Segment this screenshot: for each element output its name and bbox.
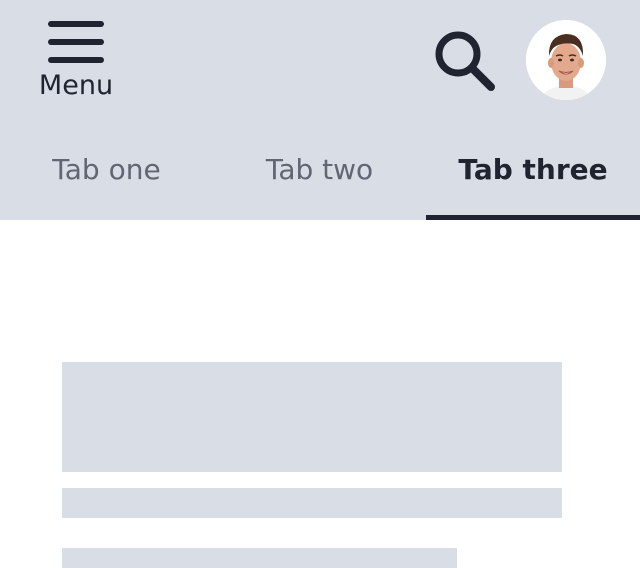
- skeleton-placeholder-block: [62, 362, 562, 472]
- tab-label: Tab one: [52, 153, 161, 186]
- menu-button[interactable]: Menu: [30, 18, 122, 108]
- hamburger-menu-icon: [48, 21, 104, 63]
- active-tab-indicator: [426, 215, 640, 220]
- search-button[interactable]: [432, 28, 498, 94]
- tab-two[interactable]: Tab two: [213, 132, 426, 220]
- skeleton-placeholder-line: [62, 488, 562, 518]
- search-icon: [435, 31, 495, 91]
- tab-label: Tab two: [265, 153, 374, 186]
- tab-one[interactable]: Tab one: [0, 132, 213, 220]
- app-header: Menu Tab one Tab two Tab three: [0, 0, 640, 220]
- tab-bar: Tab one Tab two Tab three: [0, 132, 640, 220]
- skeleton-placeholder-line: [62, 548, 457, 568]
- user-avatar[interactable]: [526, 20, 606, 100]
- menu-label: Menu: [38, 70, 114, 101]
- tab-three[interactable]: Tab three: [426, 132, 640, 220]
- tab-label: Tab three: [458, 153, 608, 186]
- person-photo-icon: [526, 20, 606, 100]
